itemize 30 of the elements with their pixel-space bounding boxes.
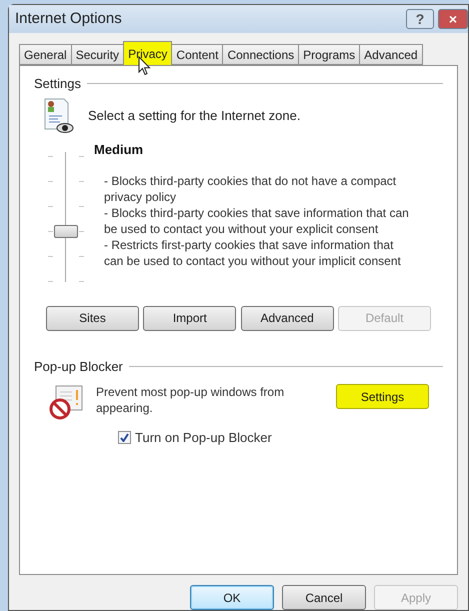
button[interactable]: Sites xyxy=(46,306,139,330)
group-heading: Pop-up Blocker xyxy=(34,358,123,376)
blocked-popup-icon xyxy=(48,384,84,420)
document-eye-icon xyxy=(44,98,74,134)
settings-button[interactable]: Settings xyxy=(336,384,429,409)
checkmark-icon xyxy=(120,433,129,442)
privacy-description: - Restricts first-party cookies that save information that can be used to contact you without your implicit consent xyxy=(104,237,402,269)
tab[interactable]: Programs xyxy=(298,44,360,65)
privacy-description: - Blocks third-party cookies that do not have a compact privacy policy xyxy=(104,173,398,205)
zone-instruction: Select a setting for the Internet zone. xyxy=(88,106,300,125)
button[interactable]: Import xyxy=(143,306,236,330)
privacy-level-name: Medium xyxy=(94,140,144,158)
popup-description: Prevent most pop-up windows from appearing. xyxy=(96,384,286,416)
window-title: Internet Options xyxy=(15,8,122,29)
tab[interactable]: General xyxy=(19,44,72,65)
tab[interactable]: Security xyxy=(70,44,124,65)
tab[interactable]: Connections xyxy=(222,44,300,65)
close-button[interactable]: × xyxy=(438,9,468,29)
button[interactable]: Cancel xyxy=(282,585,366,610)
checkbox[interactable] xyxy=(118,431,131,444)
help-button[interactable]: ? xyxy=(406,9,434,29)
privacy-description: - Blocks third-party cookies that save information that can be used to contact you without your explicit consent xyxy=(104,205,410,237)
slider-thumb[interactable] xyxy=(54,224,78,238)
button[interactable]: OK xyxy=(190,585,274,610)
privacy-slider-track[interactable] xyxy=(46,152,86,282)
checkbox-label: Turn on Pop-up Blocker xyxy=(135,429,272,447)
button[interactable]: Advanced xyxy=(240,306,334,330)
tab[interactable]: Content xyxy=(171,44,224,65)
tab[interactable]: Advanced xyxy=(359,44,423,65)
group-heading: Settings xyxy=(34,75,81,93)
